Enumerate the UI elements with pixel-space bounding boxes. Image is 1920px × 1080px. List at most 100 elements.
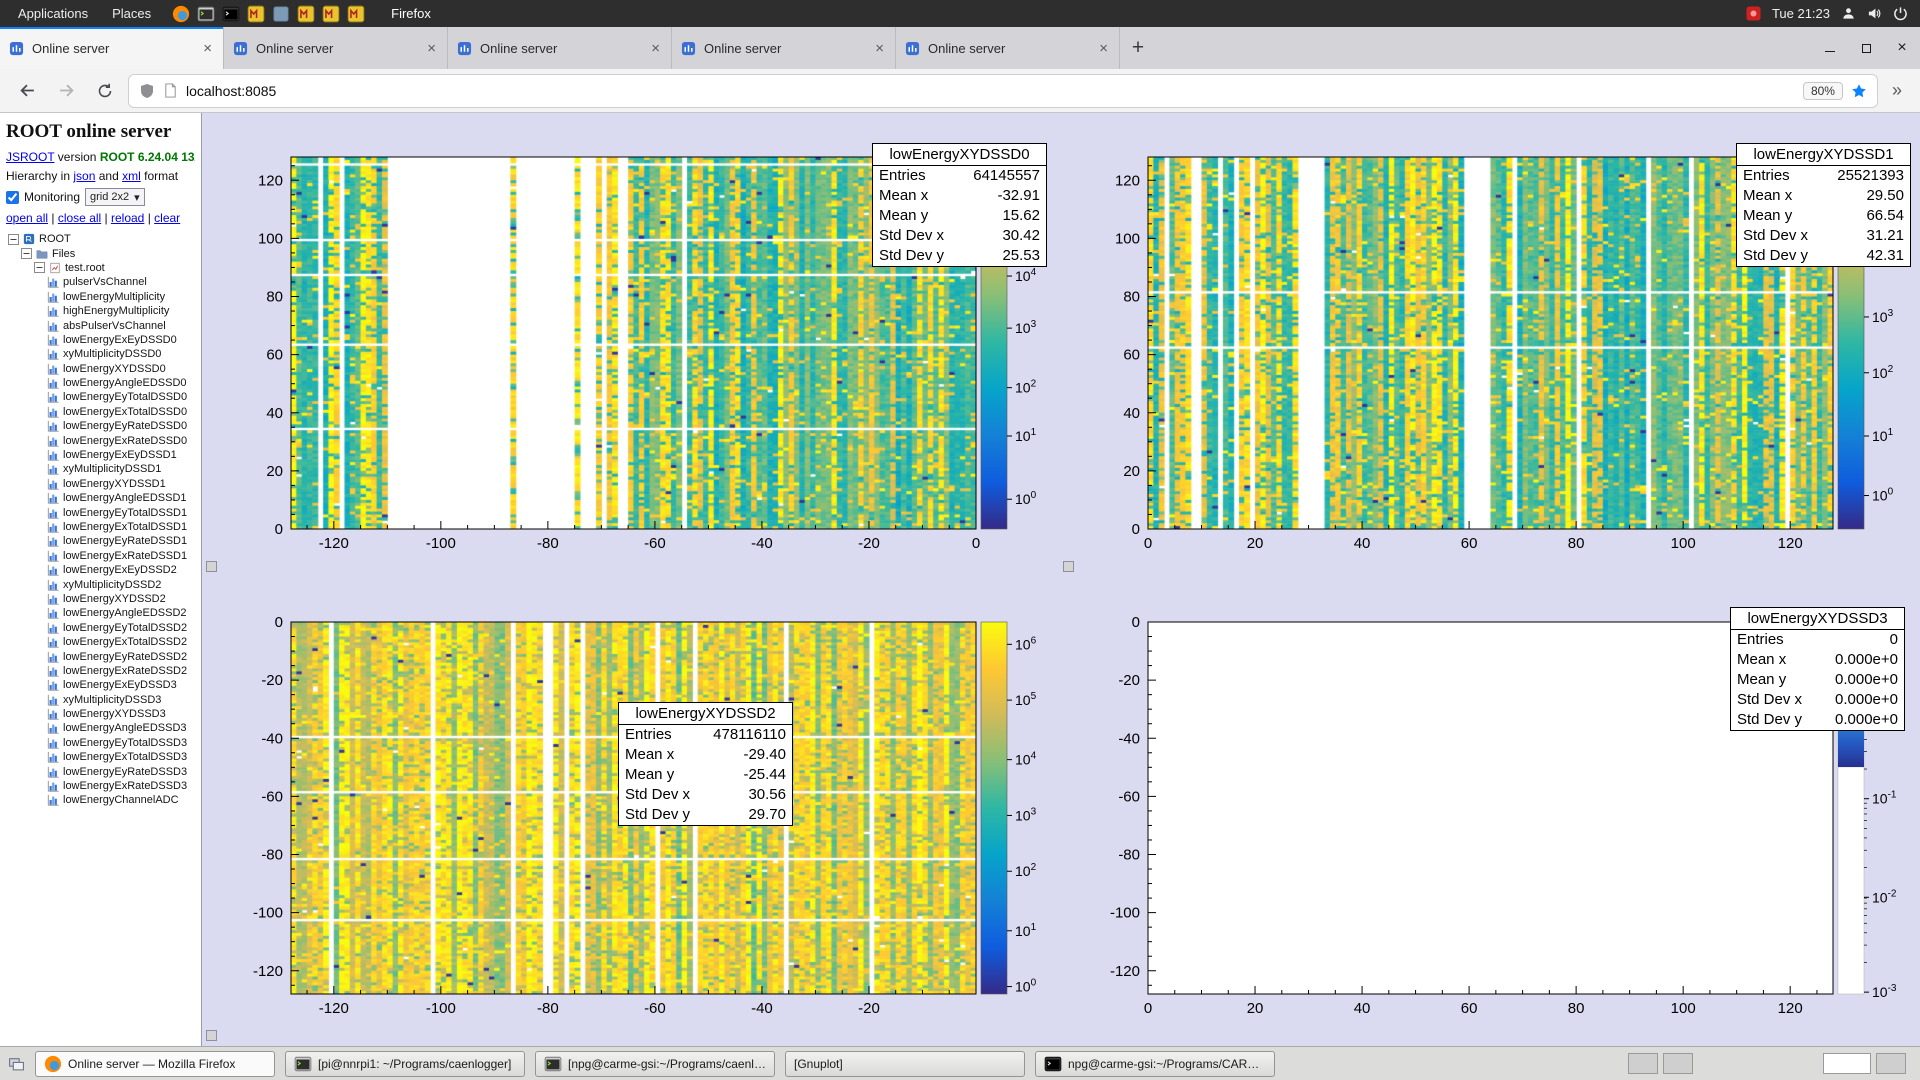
jsroot-link[interactable]: JSROOT	[6, 150, 54, 164]
tree-item-absPulserVsChannel[interactable]: absPulserVsChannel	[6, 318, 195, 332]
close-all-link[interactable]: close all	[58, 211, 101, 225]
tree-item-lowEnergyExTotalDSSD0[interactable]: lowEnergyExTotalDSSD0	[6, 405, 195, 419]
tree-item-lowEnergyEyRateDSSD1[interactable]: lowEnergyEyRateDSSD1	[6, 534, 195, 548]
tree-item-lowEnergyExRateDSSD1[interactable]: lowEnergyExRateDSSD1	[6, 549, 195, 563]
stats-box-lowEnergyXYDSSD3[interactable]: lowEnergyXYDSSD3Entries0Mean x0.000e+0Me…	[1730, 607, 1905, 731]
page-info-icon[interactable]	[163, 83, 178, 98]
tree-item-lowEnergyExEyDSSD2[interactable]: lowEnergyExEyDSSD2	[6, 563, 195, 577]
medm-launcher[interactable]	[346, 4, 365, 23]
histogram-lowEnergyXYDSSD1[interactable]	[1148, 157, 1833, 529]
terminal-dark-launcher[interactable]	[221, 4, 240, 23]
app-launcher[interactable]	[271, 4, 290, 23]
tree-item-lowEnergyExTotalDSSD3[interactable]: lowEnergyExTotalDSSD3	[6, 750, 195, 764]
pad-resize-grip-1[interactable]	[206, 561, 217, 572]
new-tab-button[interactable]: +	[1120, 27, 1156, 69]
tree-item-lowEnergyXYDSSD0[interactable]: lowEnergyXYDSSD0	[6, 362, 195, 376]
url-bar[interactable]: localhost:8085 80%	[129, 75, 1877, 107]
tree-item-lowEnergyChannelADC[interactable]: lowEnergyChannelADC	[6, 793, 195, 807]
menu-applications[interactable]: Applications	[6, 0, 100, 27]
stats-box-lowEnergyXYDSSD2[interactable]: lowEnergyXYDSSD2Entries478116110Mean x-2…	[618, 702, 793, 826]
tree-item-lowEnergyExRateDSSD3[interactable]: lowEnergyExRateDSSD3	[6, 779, 195, 793]
reload-link[interactable]: reload	[111, 211, 144, 225]
tab-close-icon[interactable]: ×	[201, 40, 214, 57]
reload-button[interactable]	[90, 76, 120, 106]
tree-item-xyMultiplicityDSSD0[interactable]: xyMultiplicityDSSD0	[6, 347, 195, 361]
tab-close-icon[interactable]: ×	[425, 40, 438, 57]
show-desktop-icon[interactable]	[8, 1055, 25, 1072]
collapse-toggle-icon[interactable]	[34, 262, 45, 273]
open-all-link[interactable]: open all	[6, 211, 48, 225]
firefox-launcher[interactable]	[171, 4, 190, 23]
tab-close-icon[interactable]: ×	[649, 40, 662, 57]
back-button[interactable]	[12, 76, 42, 106]
tree-node-root[interactable]: ROOT	[6, 232, 195, 246]
tree-item-pulserVsChannel[interactable]: pulserVsChannel	[6, 275, 195, 289]
tree-item-lowEnergyEyRateDSSD0[interactable]: lowEnergyEyRateDSSD0	[6, 419, 195, 433]
medm-launcher[interactable]	[246, 4, 265, 23]
workspace-current[interactable]	[1823, 1053, 1871, 1074]
tree-item-lowEnergyXYDSSD1[interactable]: lowEnergyXYDSSD1	[6, 477, 195, 491]
tree-item-lowEnergyAngleEDSSD2[interactable]: lowEnergyAngleEDSSD2	[6, 606, 195, 620]
restore-button[interactable]	[1848, 27, 1884, 69]
tree-item-lowEnergyExRateDSSD0[interactable]: lowEnergyExRateDSSD0	[6, 433, 195, 447]
shield-icon[interactable]	[139, 83, 155, 99]
minimize-button[interactable]	[1812, 27, 1848, 69]
tree-node-files[interactable]: Files	[6, 246, 195, 260]
volume-icon[interactable]	[1867, 6, 1882, 21]
tree-item-lowEnergyExEyDSSD0[interactable]: lowEnergyExEyDSSD0	[6, 333, 195, 347]
clear-link[interactable]: clear	[154, 211, 180, 225]
tab-4[interactable]: Online server×	[672, 27, 896, 69]
stats-box-lowEnergyXYDSSD1[interactable]: lowEnergyXYDSSD1Entries25521393Mean x29.…	[1736, 143, 1911, 267]
taskbar-button-5[interactable]: npg@carme-gsi:~/Programs/CARME...	[1035, 1051, 1275, 1077]
user-icon[interactable]	[1841, 6, 1856, 21]
taskbar-button-2[interactable]: [pi@nnrpi1: ~/Programs/caenlogger]	[285, 1051, 525, 1077]
medm-launcher[interactable]	[321, 4, 340, 23]
tree-item-lowEnergyMultiplicity[interactable]: lowEnergyMultiplicity	[6, 290, 195, 304]
overflow-chevron-icon[interactable]: »	[1886, 80, 1908, 101]
json-link[interactable]: json	[73, 169, 95, 183]
tree-item-xyMultiplicityDSSD1[interactable]: xyMultiplicityDSSD1	[6, 462, 195, 476]
bookmark-star-icon[interactable]	[1851, 83, 1867, 99]
layout-select[interactable]: grid 2x2 ▾	[85, 188, 145, 206]
tab-3[interactable]: Online server×	[448, 27, 672, 69]
pad-resize-grip-3[interactable]	[206, 1030, 217, 1041]
tree-item-lowEnergyXYDSSD3[interactable]: lowEnergyXYDSSD3	[6, 707, 195, 721]
tree-item-lowEnergyEyRateDSSD3[interactable]: lowEnergyEyRateDSSD3	[6, 764, 195, 778]
tree-item-xyMultiplicityDSSD3[interactable]: xyMultiplicityDSSD3	[6, 693, 195, 707]
forward-button[interactable]	[51, 76, 81, 106]
tray-window-1[interactable]	[1628, 1053, 1658, 1074]
xml-link[interactable]: xml	[122, 169, 141, 183]
tab-close-icon[interactable]: ×	[873, 40, 886, 57]
tree-item-lowEnergyAngleEDSSD0[interactable]: lowEnergyAngleEDSSD0	[6, 376, 195, 390]
tree-item-highEnergyMultiplicity[interactable]: highEnergyMultiplicity	[6, 304, 195, 318]
tree-item-lowEnergyEyTotalDSSD1[interactable]: lowEnergyEyTotalDSSD1	[6, 505, 195, 519]
tree-item-lowEnergyExRateDSSD2[interactable]: lowEnergyExRateDSSD2	[6, 664, 195, 678]
workspace-other[interactable]	[1876, 1053, 1906, 1074]
record-indicator-icon[interactable]	[1746, 6, 1761, 21]
collapse-toggle-icon[interactable]	[8, 234, 19, 245]
tray-window-2[interactable]	[1663, 1053, 1693, 1074]
taskbar-button-3[interactable]: [npg@carme-gsi:~/Programs/caenlo...]	[535, 1051, 775, 1077]
collapse-toggle-icon[interactable]	[21, 248, 32, 259]
tab-1[interactable]: Online server×	[0, 27, 224, 69]
stats-box-lowEnergyXYDSSD0[interactable]: lowEnergyXYDSSD0Entries64145557Mean x-32…	[872, 143, 1047, 267]
tree-item-lowEnergyEyRateDSSD2[interactable]: lowEnergyEyRateDSSD2	[6, 649, 195, 663]
tree-node-testroot[interactable]: test.root	[6, 261, 195, 275]
tree-item-lowEnergyExEyDSSD3[interactable]: lowEnergyExEyDSSD3	[6, 678, 195, 692]
tree-item-lowEnergyExTotalDSSD1[interactable]: lowEnergyExTotalDSSD1	[6, 520, 195, 534]
tree-item-lowEnergyEyTotalDSSD0[interactable]: lowEnergyEyTotalDSSD0	[6, 390, 195, 404]
tree-item-lowEnergyEyTotalDSSD2[interactable]: lowEnergyEyTotalDSSD2	[6, 621, 195, 635]
tree-item-lowEnergyXYDSSD2[interactable]: lowEnergyXYDSSD2	[6, 592, 195, 606]
taskbar-button-4[interactable]: [Gnuplot]	[785, 1051, 1025, 1077]
terminal-launcher[interactable]	[196, 4, 215, 23]
medm-launcher[interactable]	[296, 4, 315, 23]
tree-item-xyMultiplicityDSSD2[interactable]: xyMultiplicityDSSD2	[6, 577, 195, 591]
pad-resize-grip-2[interactable]	[1063, 561, 1074, 572]
close-button[interactable]: ×	[1884, 27, 1920, 69]
tree-item-lowEnergyEyTotalDSSD3[interactable]: lowEnergyEyTotalDSSD3	[6, 736, 195, 750]
menu-places[interactable]: Places	[100, 0, 163, 27]
monitoring-checkbox[interactable]	[6, 191, 19, 204]
tab-5[interactable]: Online server×	[896, 27, 1120, 69]
tree-item-lowEnergyAngleEDSSD3[interactable]: lowEnergyAngleEDSSD3	[6, 721, 195, 735]
zoom-indicator[interactable]: 80%	[1803, 82, 1843, 100]
